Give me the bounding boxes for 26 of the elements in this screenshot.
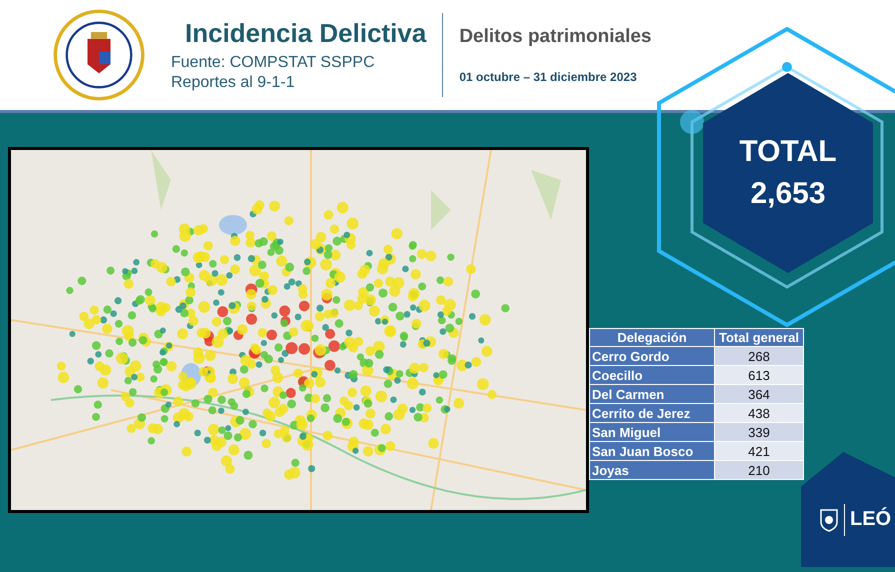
total-cell: 364 bbox=[714, 384, 804, 404]
seal-logo-icon bbox=[53, 9, 145, 101]
report-title: Incidencia Delictiva bbox=[185, 18, 426, 48]
source-text: Fuente: COMPSTAT SSPPC bbox=[171, 52, 376, 72]
column-header: Total general bbox=[714, 328, 804, 346]
total-cell: 268 bbox=[714, 346, 804, 366]
delegation-cell: Joyas bbox=[590, 460, 714, 480]
reports-text: Reportes al 9-1-1 bbox=[171, 72, 296, 92]
column-header: Delegación bbox=[590, 328, 714, 346]
total-cell: 438 bbox=[714, 404, 804, 422]
date-range-text: 01 octubre – 31 diciembre 2023 bbox=[459, 70, 638, 84]
city-logo-text: LEÓ bbox=[850, 508, 892, 531]
total-cell: 613 bbox=[714, 366, 804, 384]
delegation-cell: San Juan Bosco bbox=[590, 442, 714, 460]
total-cell: 339 bbox=[714, 422, 804, 442]
total-cell: 210 bbox=[714, 460, 804, 480]
total-value: 2,653 bbox=[750, 177, 826, 211]
delegation-cell: Del Carmen bbox=[590, 384, 714, 404]
delegation-cell: Cerrito de Jerez bbox=[590, 404, 714, 422]
delegation-cell: Cerro Gordo bbox=[590, 346, 714, 366]
total-label: TOTAL bbox=[739, 135, 837, 169]
crime-category-title: Delitos patrimoniales bbox=[459, 26, 652, 48]
total-cell: 421 bbox=[714, 442, 804, 460]
delegation-cell: Coecillo bbox=[590, 366, 714, 384]
delegation-cell: San Miguel bbox=[590, 422, 714, 442]
lion-shield-icon bbox=[819, 508, 839, 532]
